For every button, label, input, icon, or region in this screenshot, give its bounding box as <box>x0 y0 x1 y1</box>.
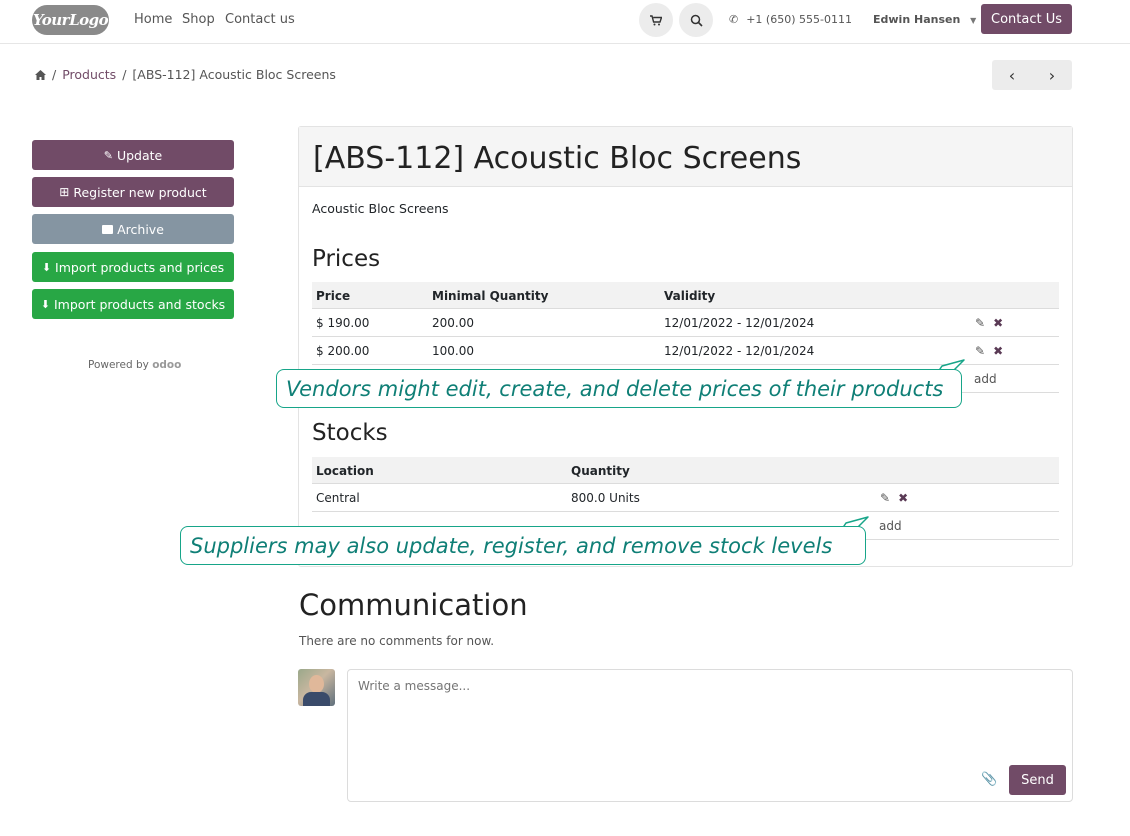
phone-contact[interactable]: ✆ +1 (650) 555-0111 <box>729 13 852 26</box>
import-products-prices-button[interactable]: ⬇ Import products and prices <box>32 252 234 282</box>
cart-button[interactable] <box>639 3 673 37</box>
nav-contact-us[interactable]: Contact us <box>225 12 295 27</box>
upload-icon: ⬇ <box>41 260 52 274</box>
company-logo[interactable]: YourLogo <box>32 5 109 35</box>
communication-heading: Communication <box>299 588 528 622</box>
stocks-heading: Stocks <box>312 420 388 446</box>
nav-home[interactable]: Home <box>134 12 172 27</box>
nav-shop[interactable]: Shop <box>182 12 215 27</box>
odoo-logo: odoo <box>152 359 182 371</box>
delete-icon[interactable]: ✖ <box>993 344 1003 358</box>
shopping-cart-icon <box>650 14 662 25</box>
breadcrumb-current: [ABS-112] Acoustic Bloc Screens <box>132 67 336 82</box>
powered-by[interactable]: Powered by odoo <box>88 359 181 371</box>
product-description: Acoustic Bloc Screens <box>312 201 449 216</box>
import-products-stocks-button[interactable]: ⬇ Import products and stocks <box>32 289 234 319</box>
user-menu[interactable]: Edwin Hansen ▼ <box>873 13 976 26</box>
caret-down-icon: ▼ <box>970 16 977 25</box>
table-header: Price Minimal Quantity Validity <box>312 282 1059 309</box>
product-title: [ABS-112] Acoustic Bloc Screens <box>313 141 802 176</box>
callout-stocks: Suppliers may also update, register, and… <box>180 526 866 565</box>
delete-icon[interactable]: ✖ <box>993 316 1003 330</box>
contact-us-button[interactable]: Contact Us <box>981 4 1072 34</box>
message-input[interactable] <box>358 679 958 693</box>
edit-icon[interactable]: ✎ <box>975 344 985 358</box>
search-button[interactable] <box>679 3 713 37</box>
add-price-link[interactable]: add <box>974 372 997 386</box>
edit-icon: ✎ <box>103 148 113 162</box>
previous-record-button[interactable]: ‹ <box>992 60 1032 90</box>
plus-square-icon: ⊞ <box>59 185 70 199</box>
no-comments-text: There are no comments for now. <box>299 634 495 648</box>
delete-icon[interactable]: ✖ <box>898 491 908 505</box>
send-button[interactable]: Send <box>1009 765 1066 795</box>
top-navbar: YourLogo Home Shop Contact us ✆ +1 (650) … <box>0 0 1130 44</box>
paperclip-icon[interactable]: 📎 <box>981 772 997 787</box>
home-icon[interactable] <box>35 69 46 80</box>
update-button[interactable]: ✎ Update <box>32 140 234 170</box>
table-row: Central 800.0 Units ✎ ✖ <box>312 484 1059 512</box>
upload-icon: ⬇ <box>40 297 50 311</box>
chevron-left-icon: ‹ <box>1008 65 1016 85</box>
avatar <box>298 669 335 706</box>
next-record-button[interactable]: › <box>1032 60 1072 90</box>
edit-icon[interactable]: ✎ <box>975 316 985 330</box>
prices-heading: Prices <box>312 246 381 272</box>
search-icon <box>690 14 703 27</box>
callout-prices: Vendors might edit, create, and delete p… <box>276 369 962 408</box>
archive-button[interactable]: Archive <box>32 214 234 244</box>
add-stock-link[interactable]: add <box>879 519 902 533</box>
message-composer: 📎 Send <box>347 669 1073 802</box>
table-row: $ 190.00 200.00 12/01/2022 - 12/01/2024 … <box>312 309 1059 337</box>
chevron-right-icon: › <box>1048 65 1056 85</box>
avatar-body <box>303 692 330 706</box>
register-new-product-button[interactable]: ⊞ Register new product <box>32 177 234 207</box>
breadcrumb: / Products / [ABS-112] Acoustic Bloc Scr… <box>35 67 336 82</box>
edit-icon[interactable]: ✎ <box>880 491 890 505</box>
phone-icon: ✆ <box>729 13 739 26</box>
record-pager: ‹ › <box>992 60 1072 90</box>
archive-icon <box>102 224 114 234</box>
table-header: Location Quantity <box>312 457 1059 484</box>
card-header: [ABS-112] Acoustic Bloc Screens <box>299 127 1072 187</box>
avatar-face <box>309 675 324 693</box>
breadcrumb-products[interactable]: Products <box>62 67 116 82</box>
